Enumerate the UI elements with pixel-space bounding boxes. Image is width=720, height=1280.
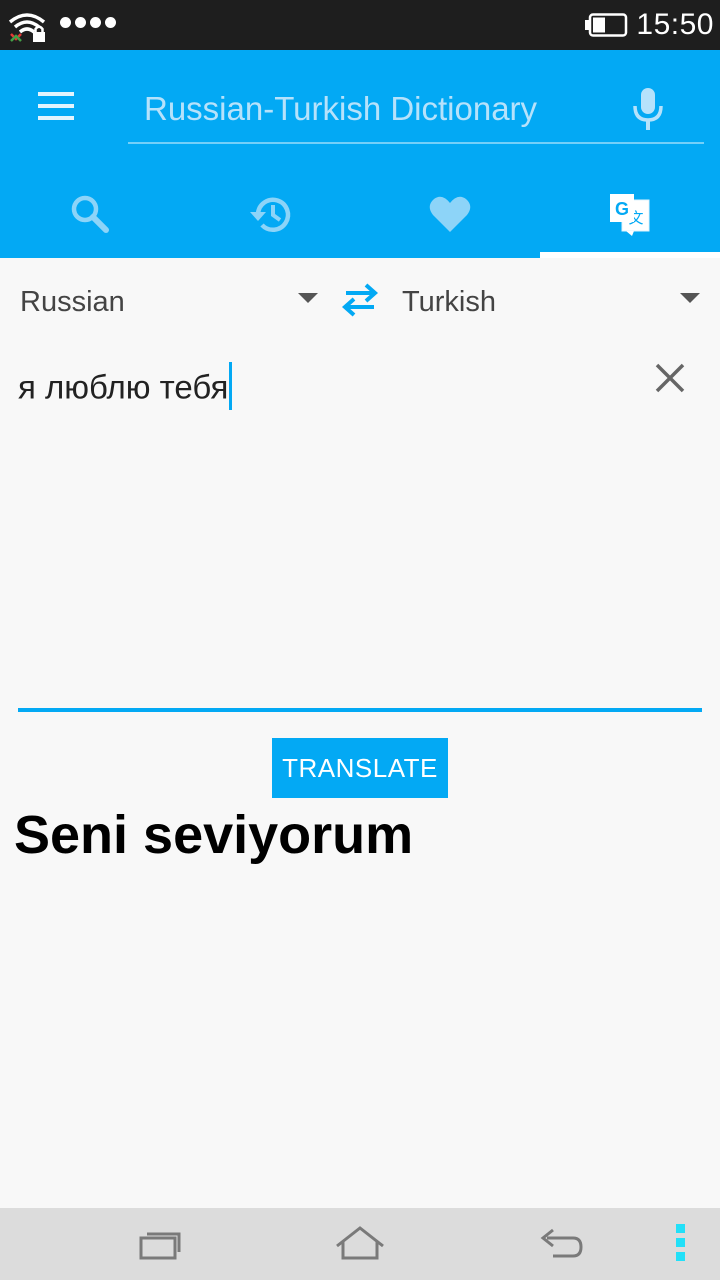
translation-input-text[interactable]: я люблю тебя <box>18 362 233 414</box>
swap-arrows-icon <box>341 283 379 317</box>
battery-icon <box>585 13 628 37</box>
close-icon <box>655 363 685 393</box>
tab-search[interactable] <box>0 170 180 258</box>
source-language-select[interactable]: Russian <box>20 262 320 342</box>
voice-search-button[interactable] <box>628 84 668 134</box>
swap-languages-button[interactable] <box>338 278 382 322</box>
app-bar: 文 G <box>0 50 720 258</box>
clear-input-button[interactable] <box>652 360 688 396</box>
translation-input-value: я люблю тебя <box>18 368 229 406</box>
svg-text:G: G <box>615 199 629 219</box>
back-button[interactable] <box>530 1220 590 1268</box>
status-bar: 15:50 <box>0 0 720 50</box>
home-icon <box>336 1226 384 1260</box>
history-icon <box>250 197 291 233</box>
back-icon <box>540 1228 583 1258</box>
heart-icon <box>429 196 471 232</box>
wifi-lock-icon <box>8 13 46 42</box>
translate-button[interactable]: TRANSLATE <box>272 738 448 798</box>
system-navigation-bar <box>0 1208 720 1280</box>
translation-result: Seni seviyorum <box>14 805 414 865</box>
tab-history[interactable] <box>180 170 360 258</box>
language-selector-row: Russian Turkish <box>0 262 720 342</box>
status-clock: 15:50 <box>636 8 714 41</box>
home-button[interactable] <box>330 1220 390 1268</box>
recent-apps-icon <box>139 1232 181 1260</box>
target-language-label: Turkish <box>402 285 496 318</box>
main-tabs: 文 G <box>0 170 720 258</box>
microphone-icon <box>633 88 663 130</box>
dictionary-search-input[interactable] <box>144 86 614 132</box>
source-language-label: Russian <box>20 285 125 318</box>
more-dots-icon[interactable] <box>672 1224 688 1266</box>
recent-apps-button[interactable] <box>130 1220 190 1268</box>
google-translate-icon: 文 G <box>610 194 650 236</box>
chevron-down-icon <box>680 293 700 303</box>
target-language-select[interactable]: Turkish <box>402 262 702 342</box>
signal-dots-icon <box>60 17 116 28</box>
menu-button[interactable] <box>28 86 84 126</box>
translation-input-area[interactable]: я люблю тебя <box>18 350 702 712</box>
tab-translator[interactable]: 文 G <box>540 170 720 258</box>
dictionary-search-field <box>128 76 704 144</box>
tab-favorites[interactable] <box>360 170 540 258</box>
search-icon <box>71 195 109 233</box>
text-cursor <box>229 362 233 410</box>
screen: 15:50 Russian-Turkish Dictionary 文 G Rus… <box>0 0 720 1280</box>
chevron-down-icon <box>298 293 318 303</box>
